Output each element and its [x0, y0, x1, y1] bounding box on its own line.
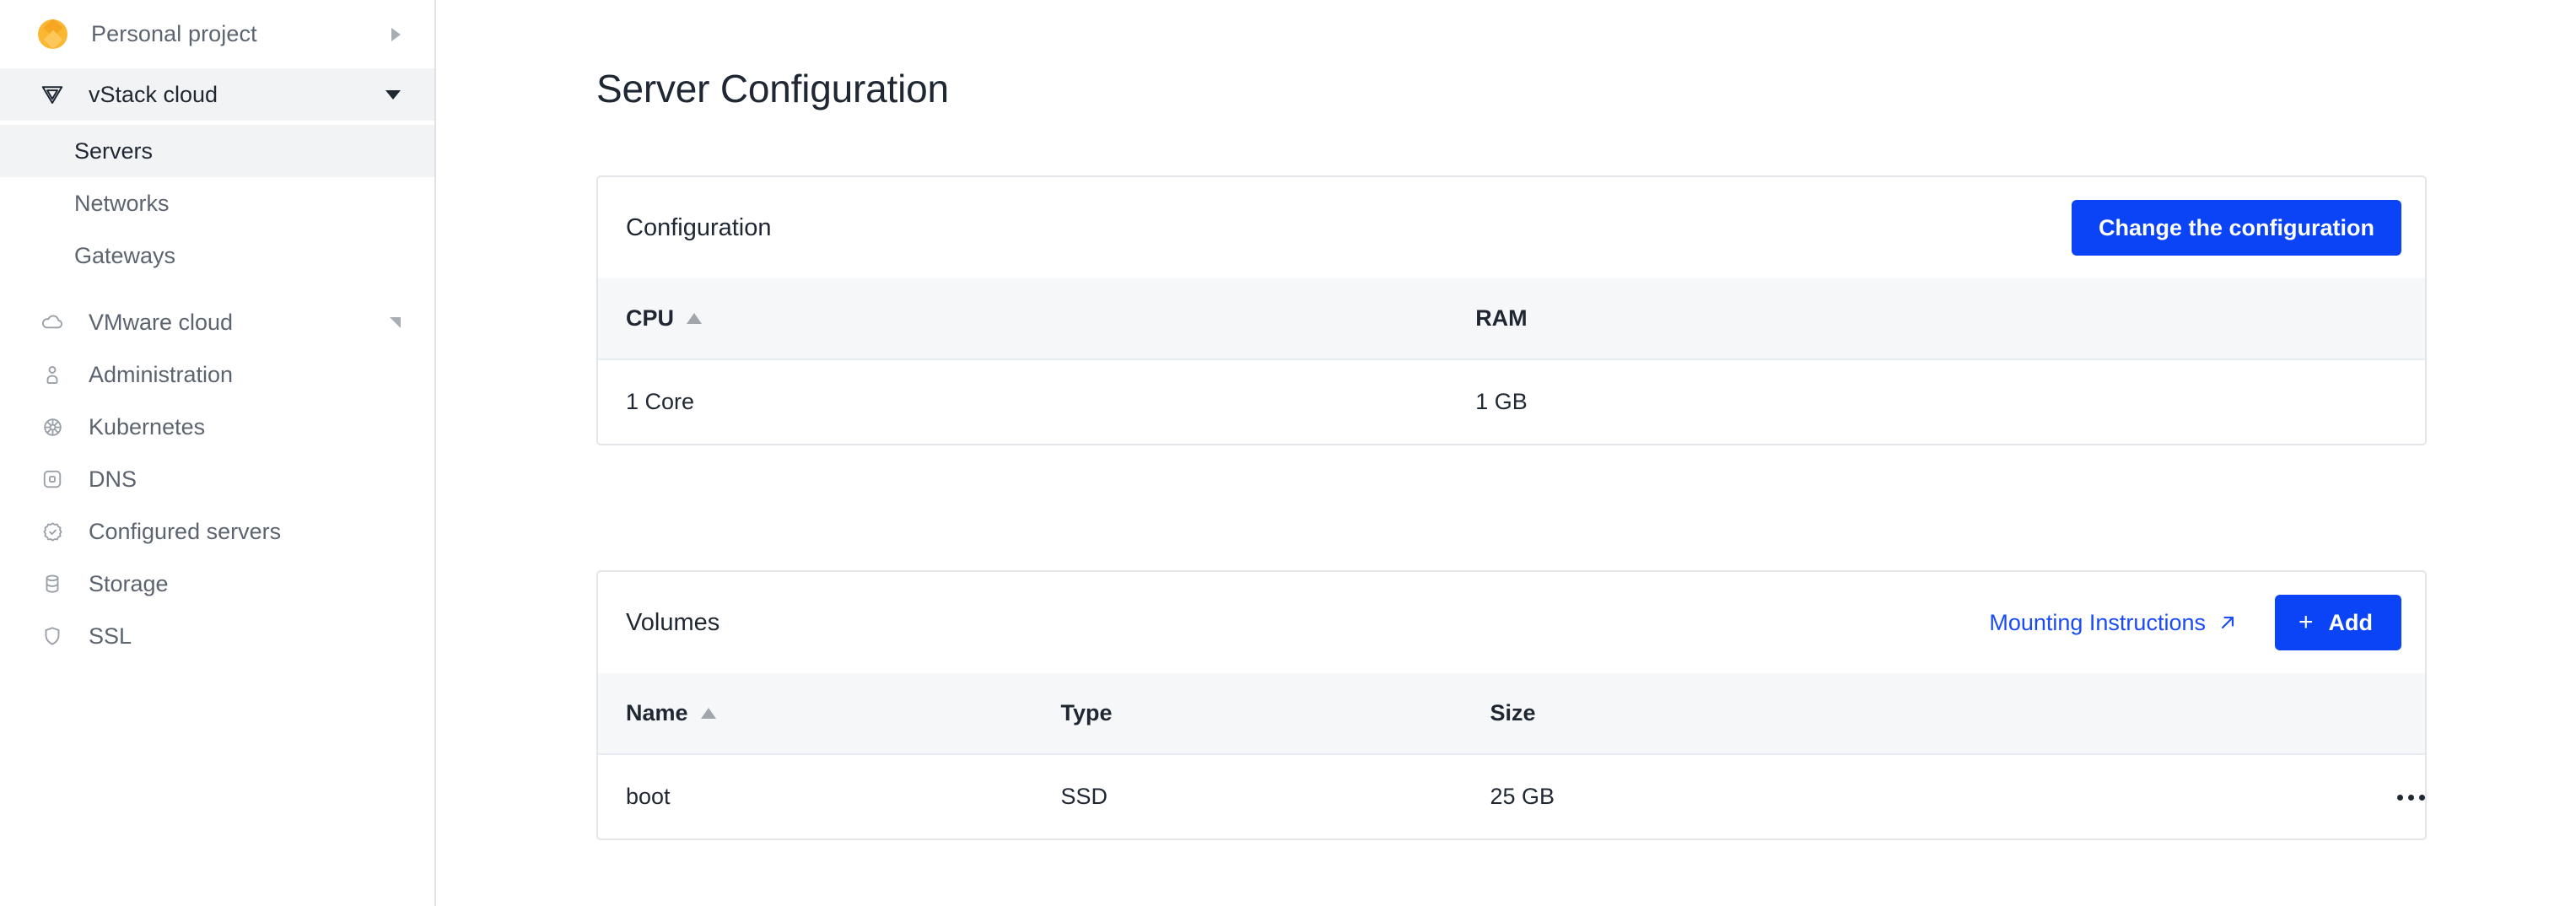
sort-ascending-icon	[701, 708, 716, 719]
sidebar-item-label: DNS	[89, 466, 137, 493]
sidebar-item-configured-servers[interactable]: Configured servers	[0, 505, 434, 558]
add-volume-button[interactable]: + Add	[2275, 595, 2401, 650]
sidebar-item-label: Gateways	[74, 243, 175, 269]
configuration-table: CPU RAM 1 Core 1 GB	[598, 278, 2425, 444]
chevron-down-icon	[385, 90, 401, 100]
change-configuration-button[interactable]: Change the configuration	[2072, 200, 2401, 256]
sidebar-item-servers[interactable]: Servers	[0, 125, 434, 177]
sidebar-item-label: Storage	[89, 571, 169, 597]
column-header-cpu[interactable]: CPU	[598, 278, 1447, 359]
volumes-card: Volumes Mounting Instructions +	[596, 570, 2427, 840]
table-row: 1 Core 1 GB	[598, 359, 2425, 444]
sidebar-item-label: Networks	[74, 191, 170, 217]
sidebar-item-networks[interactable]: Networks	[0, 177, 434, 229]
sidebar-item-label: Kubernetes	[89, 414, 205, 440]
sort-ascending-icon	[687, 313, 702, 324]
user-shield-icon	[38, 360, 67, 389]
column-header-label: Size	[1490, 700, 1536, 726]
cell-cpu: 1 Core	[598, 359, 1447, 444]
sidebar-item-label: Servers	[74, 138, 153, 164]
shield-icon	[38, 622, 67, 650]
cloud-icon	[38, 308, 67, 337]
sidebar-item-label: Administration	[89, 362, 233, 388]
volumes-card-header: Volumes Mounting Instructions +	[598, 572, 2425, 673]
column-header-ram[interactable]: RAM	[1447, 278, 2425, 359]
volumes-table: Name Type Size	[598, 673, 2425, 839]
cell-ram: 1 GB	[1447, 359, 2425, 444]
main-content: Server Configuration Configuration Chang…	[436, 0, 2576, 906]
sidebar-collapse-toggle[interactable]	[390, 317, 401, 328]
sidebar-spacer	[0, 282, 434, 296]
project-selector[interactable]: Personal project	[0, 0, 434, 68]
configuration-card-header: Configuration Change the configuration	[598, 177, 2425, 278]
project-label: Personal project	[91, 21, 257, 47]
sidebar-item-label: Configured servers	[89, 519, 281, 545]
add-volume-label: Add	[2329, 610, 2373, 636]
project-avatar-icon	[38, 19, 67, 49]
column-header-type[interactable]: Type	[1033, 673, 1463, 754]
sidebar-section-vstack-cloud[interactable]: vStack cloud	[0, 68, 434, 121]
sidebar: Personal project vStack cloud Servers Ne…	[0, 0, 436, 906]
sidebar-item-dns[interactable]: DNS	[0, 453, 434, 505]
configuration-card-title: Configuration	[626, 214, 772, 242]
table-row: boot SSD 25 GB	[598, 754, 2425, 839]
sidebar-item-label: SSL	[89, 623, 132, 650]
app-root: Personal project vStack cloud Servers Ne…	[0, 0, 2576, 906]
chevron-right-icon	[391, 28, 401, 41]
sidebar-item-ssl[interactable]: SSL	[0, 610, 434, 662]
column-header-name[interactable]: Name	[598, 673, 1033, 754]
sidebar-section-toggle[interactable]	[385, 90, 401, 100]
sidebar-item-kubernetes[interactable]: Kubernetes	[0, 401, 434, 453]
sidebar-section-label: vStack cloud	[89, 82, 218, 108]
column-header-label: RAM	[1475, 305, 1528, 332]
volumes-card-title: Volumes	[626, 609, 719, 637]
volumes-card-actions: Mounting Instructions + Add	[1989, 595, 2401, 650]
mounting-instructions-link[interactable]: Mounting Instructions	[1989, 610, 2239, 636]
gear-check-icon	[38, 517, 67, 546]
external-link-arrow-icon	[2217, 612, 2239, 634]
sidebar-item-administration[interactable]: Administration	[0, 348, 434, 401]
configuration-card: Configuration Change the configuration C…	[596, 175, 2427, 445]
cell-size: 25 GB	[1463, 754, 2426, 839]
sidebar-item-label: VMware cloud	[89, 310, 233, 336]
column-header-label: Type	[1061, 700, 1113, 726]
sidebar-item-storage[interactable]: Storage	[0, 558, 434, 610]
cell-size-value: 25 GB	[1490, 784, 1555, 810]
plus-icon: +	[2298, 610, 2314, 635]
table-header-row: Name Type Size	[598, 673, 2425, 754]
mounting-instructions-label: Mounting Instructions	[1989, 610, 2206, 636]
column-header-label: Name	[626, 700, 688, 726]
table-header-row: CPU RAM	[598, 278, 2425, 359]
vstack-logo-icon	[38, 80, 67, 109]
kubernetes-helm-icon	[38, 413, 67, 441]
collapse-corner-icon	[390, 317, 401, 328]
column-header-label: CPU	[626, 305, 674, 332]
cell-type: SSD	[1033, 754, 1463, 839]
page-title: Server Configuration	[436, 0, 2576, 111]
database-icon	[38, 569, 67, 598]
column-header-size[interactable]: Size	[1463, 673, 2426, 754]
configuration-card-actions: Change the configuration	[2072, 200, 2401, 256]
more-horizontal-icon[interactable]	[2397, 795, 2425, 801]
dns-square-icon	[38, 465, 67, 493]
cell-name: boot	[598, 754, 1033, 839]
sidebar-item-vmware-cloud[interactable]: VMware cloud	[0, 296, 434, 348]
sidebar-item-gateways[interactable]: Gateways	[0, 229, 434, 282]
